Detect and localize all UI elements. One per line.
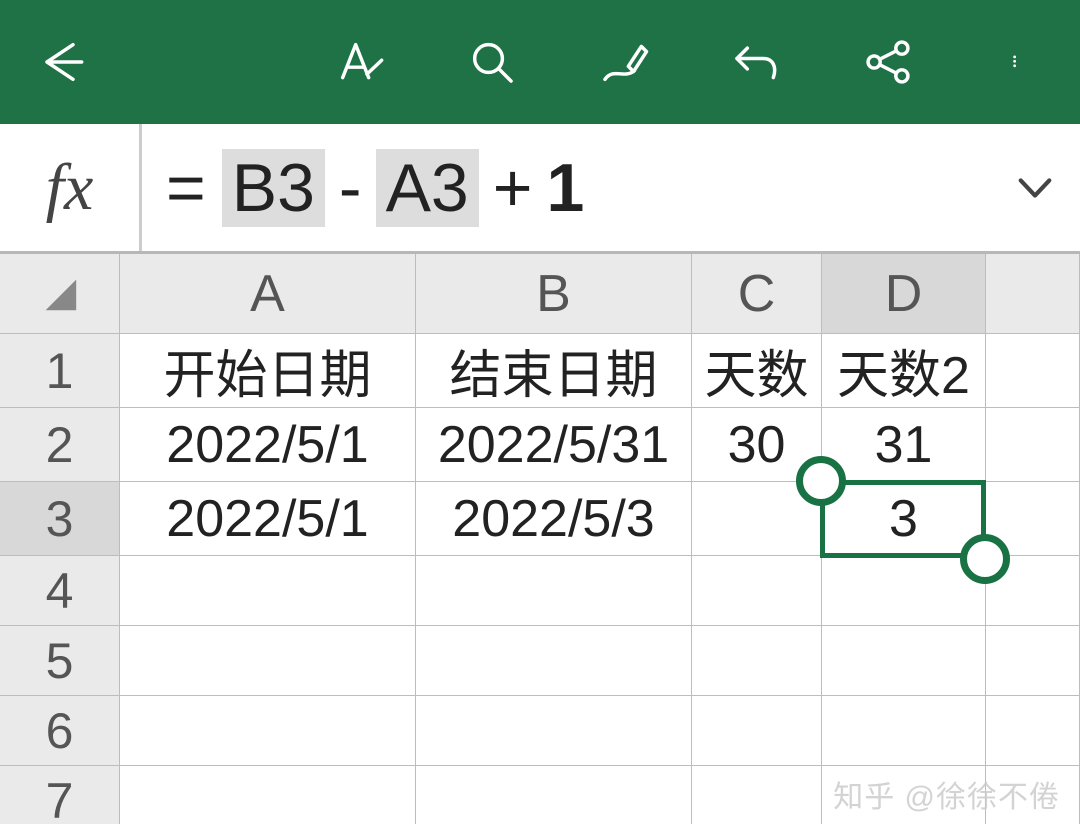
cell-b6[interactable] [416,696,692,766]
row-1: 1 开始日期 结束日期 天数 天数2 [0,334,1080,408]
row-header-7[interactable]: 7 [0,766,120,824]
back-arrow-icon [34,36,86,88]
cell-d3[interactable]: 3 [822,482,986,556]
row-header-1[interactable]: 1 [0,334,120,408]
row-4: 4 [0,556,1080,626]
toolbar-left [30,32,90,92]
row-3: 3 2022/5/1 2022/5/3 3 [0,482,1080,556]
row-7: 7 [0,766,1080,824]
cell-d2[interactable]: 31 [822,408,986,482]
cell-a3[interactable]: 2022/5/1 [120,482,416,556]
cell-e5[interactable] [986,626,1080,696]
draw-icon [598,36,650,88]
share-icon [862,36,914,88]
cell-d1[interactable]: 天数2 [822,334,986,408]
cell-e7[interactable] [986,766,1080,824]
cell-d6[interactable] [822,696,986,766]
cell-d7[interactable] [822,766,986,824]
draw-button[interactable] [594,32,654,92]
search-icon [466,36,518,88]
cell-b3[interactable]: 2022/5/3 [416,482,692,556]
formula-collapse-button[interactable] [990,124,1080,251]
formula-eq: = [166,149,206,227]
font-style-button[interactable] [330,32,390,92]
formula-ref-a3: A3 [376,149,479,227]
formula-ref-b3: B3 [222,149,325,227]
cell-b4[interactable] [416,556,692,626]
formula-bar: fx = B3 - A3 + 1 [0,124,1080,254]
row-2: 2 2022/5/1 2022/5/31 30 31 [0,408,1080,482]
formula-literal: 1 [546,149,584,227]
formula-minus: - [339,149,362,227]
font-style-icon [334,36,386,88]
cell-e6[interactable] [986,696,1080,766]
row-header-2[interactable]: 2 [0,408,120,482]
cell-b5[interactable] [416,626,692,696]
select-all-icon [42,276,78,312]
cell-d5[interactable] [822,626,986,696]
cell-c5[interactable] [692,626,822,696]
row-6: 6 [0,696,1080,766]
col-header-d[interactable]: D [822,254,986,334]
cell-a7[interactable] [120,766,416,824]
cell-c7[interactable] [692,766,822,824]
cell-e1[interactable] [986,334,1080,408]
col-header-b[interactable]: B [416,254,692,334]
cell-b7[interactable] [416,766,692,824]
cell-c4[interactable] [692,556,822,626]
undo-icon [730,36,782,88]
row-header-4[interactable]: 4 [0,556,120,626]
formula-input[interactable]: = B3 - A3 + 1 [142,124,990,251]
more-button[interactable] [990,32,1050,92]
selection-handle-bottom-right[interactable] [960,534,1010,584]
row-5: 5 [0,626,1080,696]
row-header-5[interactable]: 5 [0,626,120,696]
row-header-6[interactable]: 6 [0,696,120,766]
col-header-c[interactable]: C [692,254,822,334]
row-header-3[interactable]: 3 [0,482,120,556]
share-button[interactable] [858,32,918,92]
fx-label[interactable]: fx [0,124,142,251]
cell-e2[interactable] [986,408,1080,482]
chevron-down-icon [1014,167,1056,209]
cell-b2[interactable]: 2022/5/31 [416,408,692,482]
sheet-container: A B C D 1 开始日期 结束日期 天数 天数2 2 2022/5/1 20… [0,254,1080,824]
col-header-e[interactable] [986,254,1080,334]
app-toolbar [0,0,1080,124]
spreadsheet-grid[interactable]: A B C D 1 开始日期 结束日期 天数 天数2 2 2022/5/1 20… [0,254,1080,824]
cell-a1[interactable]: 开始日期 [120,334,416,408]
toolbar-right [330,32,1050,92]
cell-a2[interactable]: 2022/5/1 [120,408,416,482]
formula-plus: + [493,149,533,227]
search-button[interactable] [462,32,522,92]
select-all-corner[interactable] [0,254,120,334]
cell-a4[interactable] [120,556,416,626]
column-header-row: A B C D [0,254,1080,334]
more-vertical-icon [1013,35,1027,89]
undo-button[interactable] [726,32,786,92]
cell-c6[interactable] [692,696,822,766]
cell-a6[interactable] [120,696,416,766]
cell-a5[interactable] [120,626,416,696]
cell-b1[interactable]: 结束日期 [416,334,692,408]
back-button[interactable] [30,32,90,92]
col-header-a[interactable]: A [120,254,416,334]
cell-c1[interactable]: 天数 [692,334,822,408]
selection-handle-top-left[interactable] [796,456,846,506]
